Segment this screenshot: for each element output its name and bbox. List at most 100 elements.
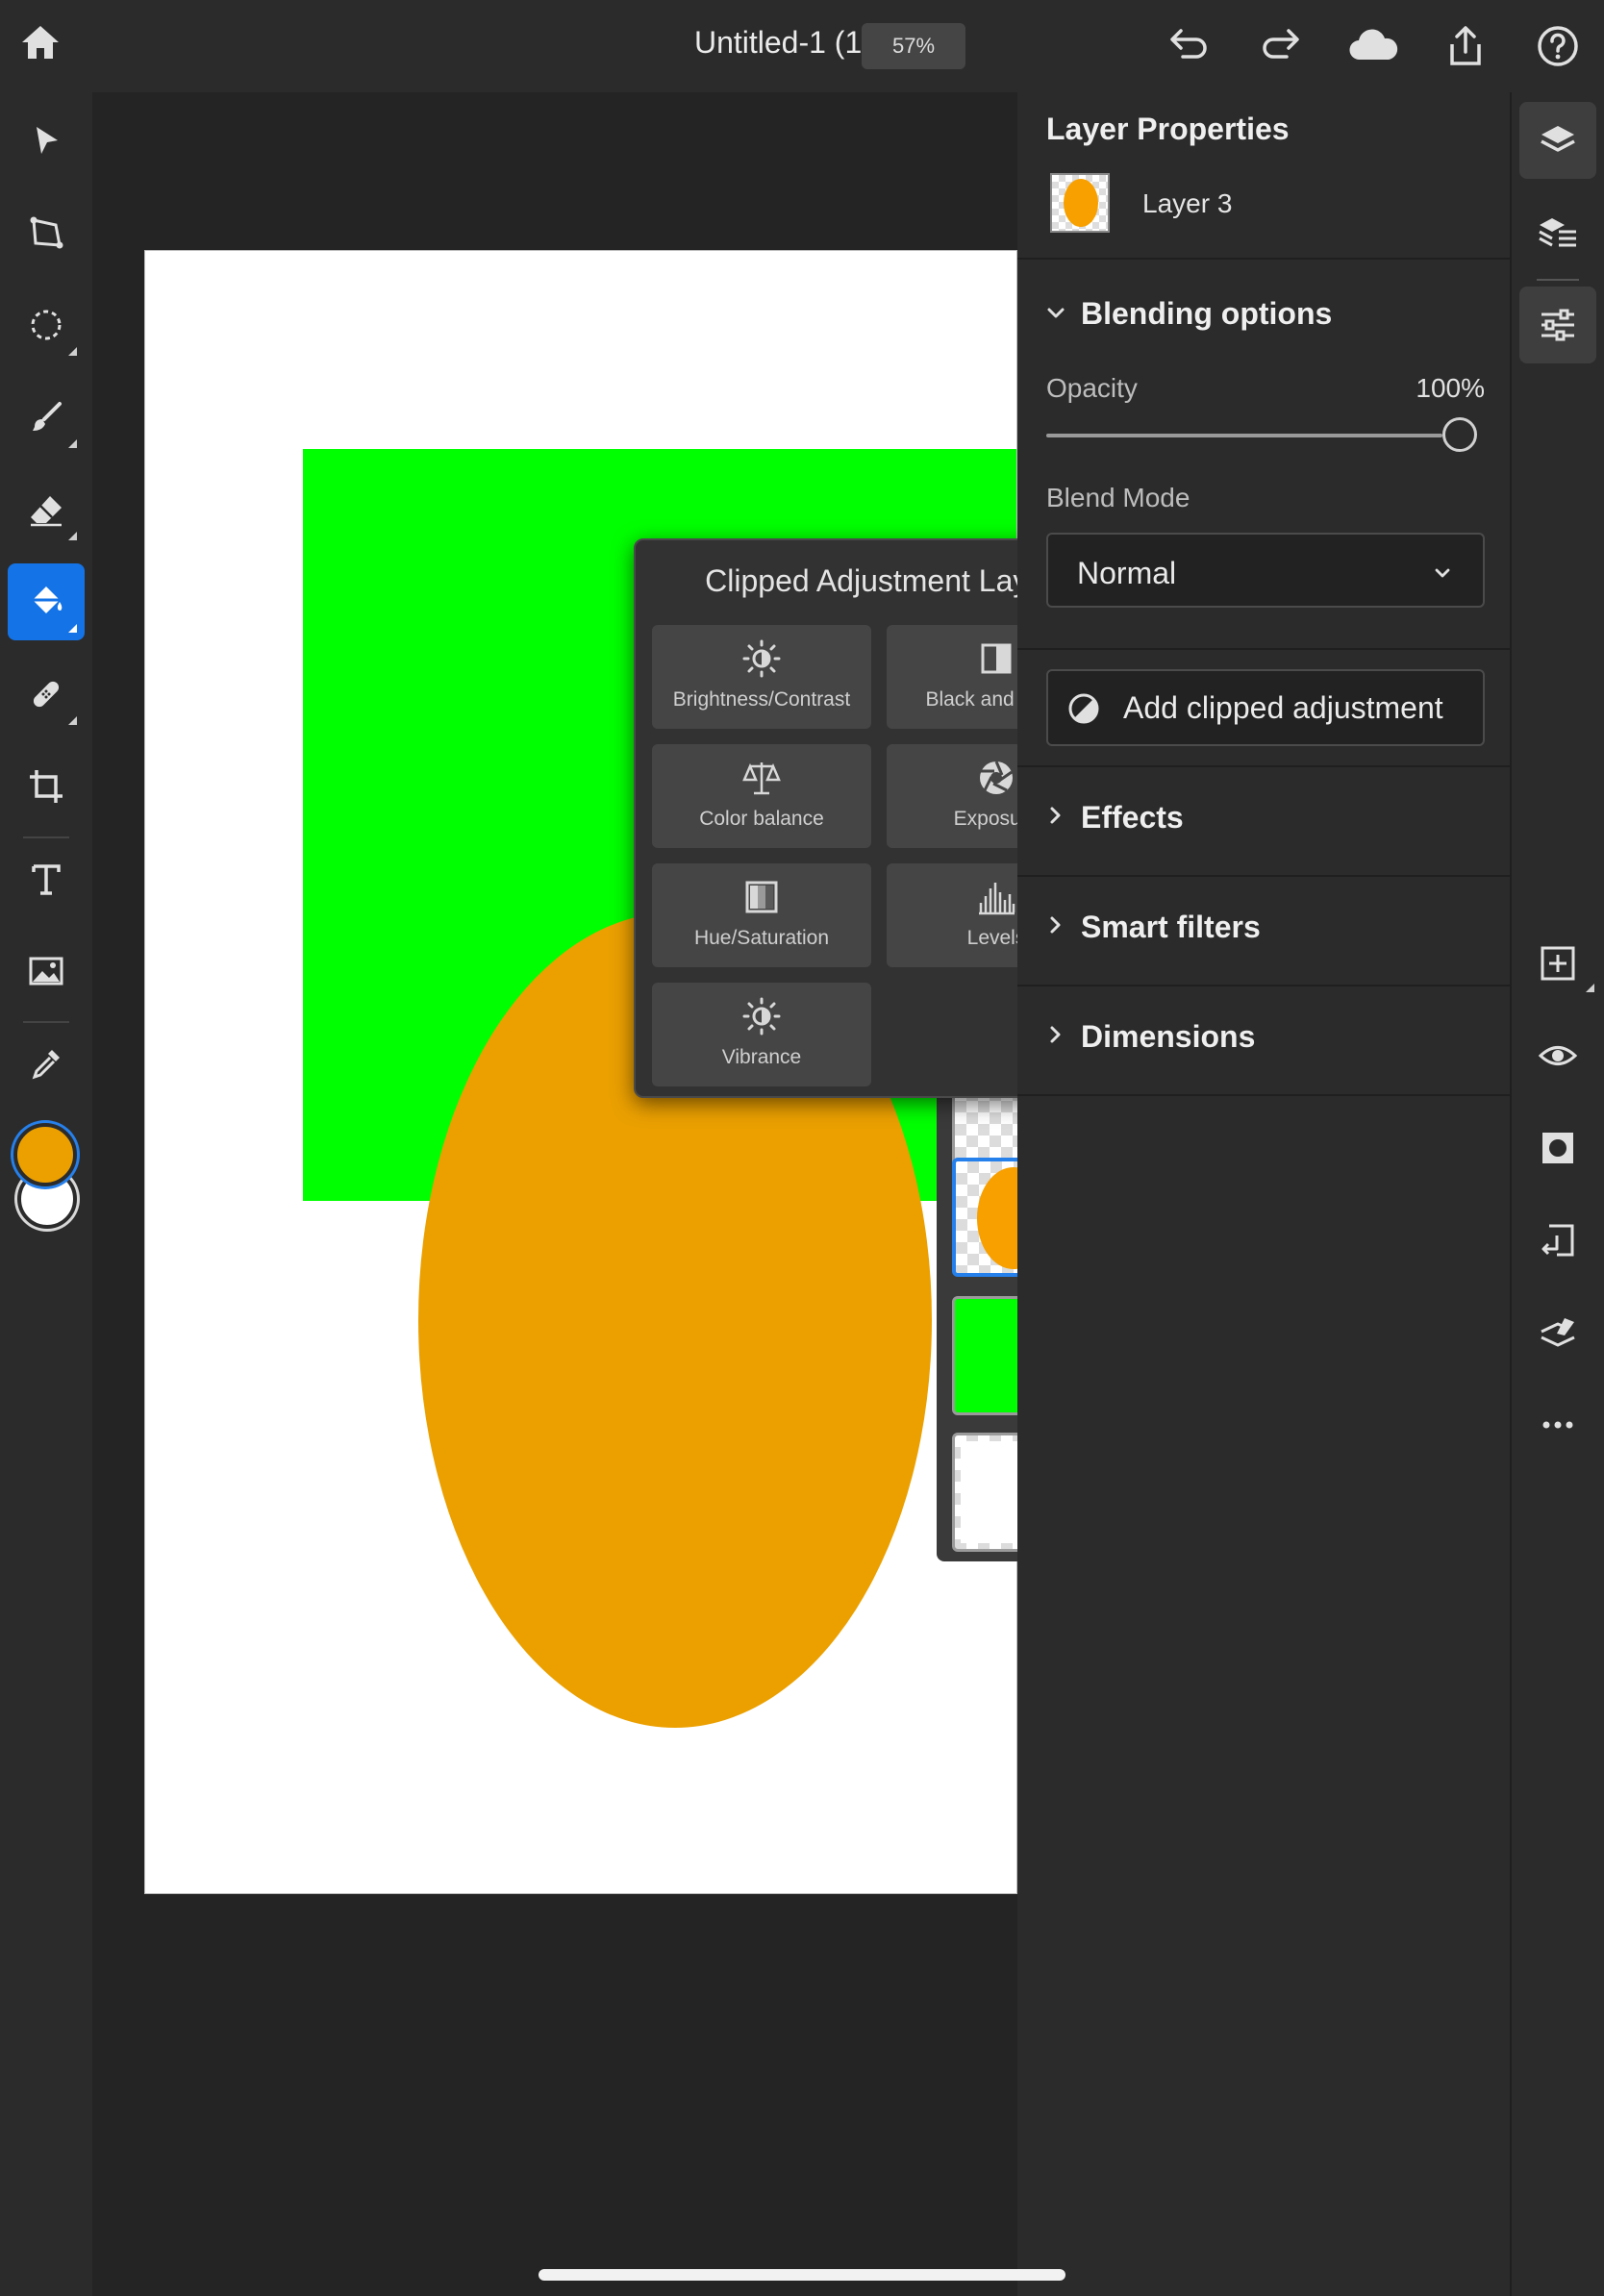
redo-button[interactable] [1258,25,1304,67]
layers-panel-button[interactable] [1519,102,1596,179]
clipped-adjustment-popover: Clipped Adjustment Layer Brightness/Cont… [634,538,1017,1098]
adjustment-exposure[interactable]: Exposure [887,744,1017,848]
chevron-right-icon[interactable] [1046,1025,1065,1044]
transform-tool[interactable] [8,194,85,271]
home-icon [22,26,59,59]
blend-mode-label: Blend Mode [1046,483,1190,512]
submenu-indicator [68,532,77,540]
vibrance-icon [742,997,781,1036]
blending-options-header[interactable]: Blending options [1081,296,1332,332]
submenu-indicator [1586,984,1594,992]
levels-icon [979,883,1015,915]
adjustment-black-and-white[interactable]: Black and white [887,625,1017,729]
add-clipped-adjustment-button[interactable]: Add clipped adjustment [1046,669,1485,746]
adjustment-hue-saturation[interactable]: Hue/Saturation [652,863,871,967]
adjustment-vibrance[interactable]: Vibrance [652,983,871,1086]
half-circle-icon [1068,693,1099,724]
lasso-select-icon [31,310,62,340]
select-tool[interactable] [8,102,85,179]
eye-icon [1538,1046,1578,1065]
divider [1017,648,1510,650]
black-white-icon [981,643,1012,674]
mask-icon [1542,1133,1573,1163]
blend-mode-select[interactable]: Normal [1046,533,1485,608]
adjustment-levels[interactable]: Levels [887,863,1017,967]
cloud-icon [1349,29,1398,61]
clipping-icon [1541,1224,1574,1257]
more-icon [1542,1421,1573,1429]
image-icon [29,957,63,986]
paint-bucket-tool[interactable] [8,563,85,640]
chevron-right-icon[interactable] [1046,915,1065,935]
eyedropper-tool[interactable] [8,1025,85,1102]
foreground-color-swatch[interactable] [13,1123,77,1186]
submenu-indicator [68,716,77,725]
add-clipped-adjustment-label: Add clipped adjustment [1123,690,1443,725]
undo-button[interactable] [1165,25,1212,67]
share-button[interactable] [1442,23,1489,69]
adjustment-label: Brightness/Contrast [672,688,851,711]
crop-icon [30,770,63,803]
eraser-tool[interactable] [8,471,85,548]
bandage-icon [33,681,60,708]
clip-layer-button[interactable] [1519,1202,1596,1279]
sliders-icon [1541,309,1574,341]
chevron-down-icon[interactable] [1046,304,1065,323]
adjustment-label: Exposure [953,808,1017,830]
brush-tool[interactable] [8,379,85,456]
opacity-slider-handle[interactable] [1442,417,1477,452]
help-button[interactable] [1535,23,1581,69]
undo-icon [1170,29,1207,59]
layer-thumbnail-green[interactable] [952,1296,1017,1415]
chevron-right-icon[interactable] [1046,806,1065,825]
submenu-indicator [68,347,77,356]
more-options-button[interactable] [1519,1386,1596,1463]
opacity-slider-track[interactable] [1046,434,1442,437]
panel-switcher-rail [1510,92,1604,2296]
divider [1017,1094,1510,1096]
text-icon [32,864,61,895]
layer-thumbnail-layer-3[interactable] [952,1158,1017,1277]
zoom-level-button[interactable]: 57% [862,23,965,69]
opacity-value[interactable]: 100% [1416,373,1485,404]
type-tool[interactable] [8,840,85,917]
panel-title: Layer Properties [1046,112,1290,146]
divider [1017,985,1510,986]
layer-thumbnail-background[interactable] [952,1433,1017,1552]
crop-tool[interactable] [8,748,85,825]
place-image-tool[interactable] [8,933,85,1010]
canvas-area[interactable]: Clipped Adjustment Layer Brightness/Cont… [92,92,1017,2296]
dimensions-header[interactable]: Dimensions [1081,1019,1255,1055]
layer-list-icon [1539,218,1576,247]
healing-tool[interactable] [8,656,85,733]
cloud-button[interactable] [1346,25,1400,67]
blend-mode-value: Normal [1077,556,1177,590]
merge-layers-icon [1541,1318,1575,1347]
home-indicator[interactable] [539,2269,1065,2281]
smart-filters-header[interactable]: Smart filters [1081,910,1261,945]
add-layer-icon [1541,946,1575,981]
layer-list-button[interactable] [1519,194,1596,271]
adjustment-brightness-contrast[interactable]: Brightness/Contrast [652,625,871,729]
adjustment-color-balance[interactable]: Color balance [652,744,871,848]
brush-icon [33,402,62,431]
chevron-down-icon [1435,568,1450,578]
help-icon [1538,26,1578,66]
visibility-button[interactable] [1519,1017,1596,1094]
effects-header[interactable]: Effects [1081,800,1184,836]
divider [1017,258,1510,260]
adjustment-label: Hue/Saturation [693,927,830,949]
merge-layers-button[interactable] [1519,1294,1596,1371]
submenu-indicator [68,624,77,633]
paint-bucket-icon [31,586,63,613]
properties-panel-button[interactable] [1519,287,1596,363]
adjustment-label: Vibrance [721,1046,802,1068]
layer-properties-panel: Layer Properties Layer 3 Blending option… [1017,92,1510,2296]
mask-button[interactable] [1519,1110,1596,1186]
home-button[interactable] [19,23,73,69]
brightness-icon [742,639,781,678]
add-layer-button[interactable] [1519,925,1596,1002]
tools-panel [0,92,92,2296]
selection-tool[interactable] [8,287,85,363]
adjustment-label: Color balance [699,808,824,830]
